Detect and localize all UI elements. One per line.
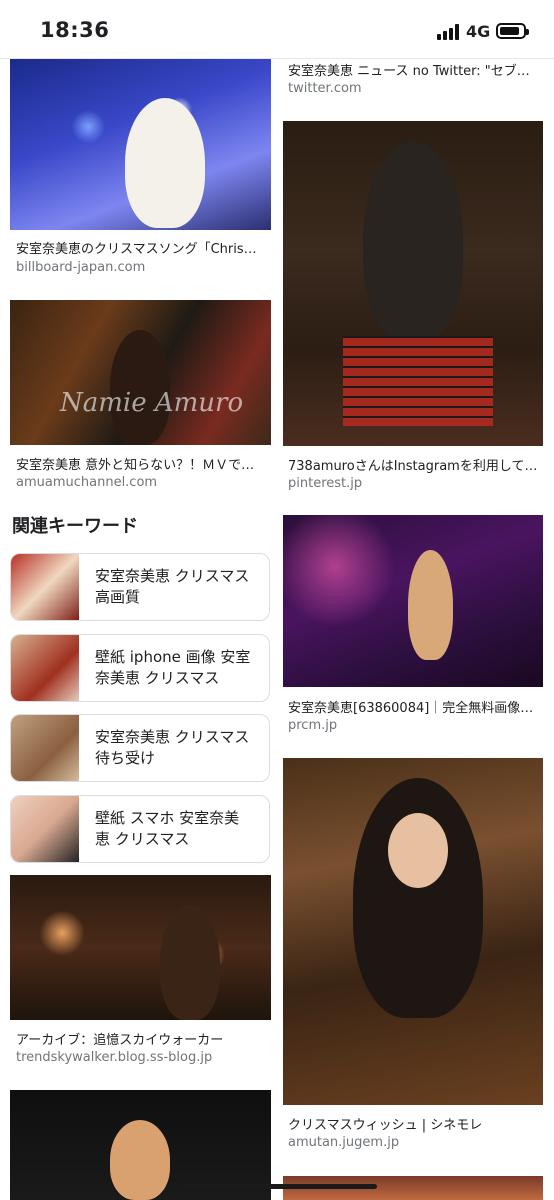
keyword-text: 安室奈美恵 クリスマス 待ち受け <box>95 727 265 769</box>
image-results: 安室奈美恵のクリスマスソング「Chris… billboard-japan.co… <box>0 0 554 1200</box>
keyword-line: 壁紙 スマホ 安室奈美 <box>95 809 240 827</box>
result-image[interactable] <box>283 121 543 446</box>
keyword-text: 壁紙 スマホ 安室奈美 恵 クリスマス <box>95 808 265 850</box>
result-card-billboard[interactable]: 安室奈美恵のクリスマスソング「Chris… billboard-japan.co… <box>10 58 271 288</box>
result-source: prcm.jp <box>288 718 338 733</box>
signal-icon <box>437 24 461 40</box>
result-source: amuamuchannel.com <box>16 475 158 490</box>
result-image[interactable] <box>10 875 271 1020</box>
keyword-text: 壁紙 iphone 画像 安室 奈美恵 クリスマス <box>95 647 265 689</box>
network-type: 4G <box>466 22 491 41</box>
result-caption: 安室奈美恵[63860084]｜完全無料画像… <box>288 701 534 716</box>
result-card-trendskywalker[interactable]: アーカイブ：追憶スカイウォーカー trendskywalker.blog.ss-… <box>10 875 271 1075</box>
result-source: twitter.com <box>288 81 362 96</box>
result-source: amutan.jugem.jp <box>288 1135 400 1150</box>
keyword-line: 安室奈美恵 クリスマス <box>95 728 250 746</box>
keyword-line: 恵 クリスマス <box>95 830 190 848</box>
keyword-line: 壁紙 iphone 画像 安室 <box>95 648 251 666</box>
related-keyword-chip[interactable]: 壁紙 スマホ 安室奈美 恵 クリスマス <box>10 795 270 863</box>
battery-icon <box>496 23 529 39</box>
related-keyword-chip[interactable]: 安室奈美恵 クリスマス 待ち受け <box>10 714 270 782</box>
watermark-text: Namie Amuro <box>60 388 244 418</box>
clock: 18:36 <box>40 18 110 42</box>
keyword-thumbnail <box>11 715 79 781</box>
related-keyword-chip[interactable]: 壁紙 iphone 画像 安室 奈美恵 クリスマス <box>10 634 270 702</box>
result-image[interactable]: Namie Amuro <box>10 300 271 445</box>
result-image[interactable] <box>10 58 271 230</box>
result-image[interactable] <box>283 515 543 687</box>
home-indicator[interactable] <box>177 1184 377 1189</box>
result-caption: 安室奈美恵 意外と知らない？！ＭＶで… <box>16 458 255 473</box>
singer-figure <box>363 141 463 341</box>
result-source: pinterest.jp <box>288 476 363 491</box>
singer-figure <box>408 550 453 660</box>
result-caption: 738amuroさんはInstagramを利用して… <box>288 459 538 474</box>
face <box>388 813 448 888</box>
keyword-line: 待ち受け <box>95 749 156 767</box>
performer-figure <box>125 98 205 228</box>
result-source: trendskywalker.blog.ss-blog.jp <box>16 1050 213 1065</box>
result-image[interactable] <box>283 758 543 1105</box>
keyword-text: 安室奈美恵 クリスマス 高画質 <box>95 566 265 608</box>
anime-figure <box>110 1120 170 1200</box>
singer-figure <box>160 905 220 1020</box>
result-card-amutan[interactable]: クリスマスウィッシュ | シネモレ amutan.jugem.jp <box>283 758 543 1158</box>
result-caption: アーカイブ：追憶スカイウォーカー <box>16 1033 224 1048</box>
result-card-twitter[interactable]: 安室奈美恵 ニュース no Twitter: "セブ… twitter.com <box>283 58 543 103</box>
result-card-pinterest[interactable]: 738amuroさんはInstagramを利用して… pinterest.jp <box>283 121 543 496</box>
plaid-skirt <box>343 336 493 426</box>
result-caption: クリスマスウィッシュ | シネモレ <box>288 1118 483 1133</box>
keyword-thumbnail <box>11 635 79 701</box>
keyword-line: 安室奈美恵 クリスマス <box>95 567 250 585</box>
result-caption: 安室奈美恵のクリスマスソング「Chris… <box>16 242 257 257</box>
result-card-amuamu[interactable]: Namie Amuro 安室奈美恵 意外と知らない？！ＭＶで… amuamuch… <box>10 300 271 495</box>
related-keyword-chip[interactable]: 安室奈美恵 クリスマス 高画質 <box>10 553 270 621</box>
result-card-prcm[interactable]: 安室奈美恵[63860084]｜完全無料画像… prcm.jp <box>283 515 543 737</box>
keyword-thumbnail <box>11 796 79 862</box>
status-bar: 18:36 4G <box>0 0 554 59</box>
keyword-line: 高画質 <box>95 588 141 606</box>
result-caption: 安室奈美恵 ニュース no Twitter: "セブ… <box>288 64 530 79</box>
keyword-thumbnail <box>11 554 79 620</box>
keyword-line: 奈美恵 クリスマス <box>95 669 220 687</box>
related-keywords-title: 関連キーワード <box>12 516 138 537</box>
result-source: billboard-japan.com <box>16 260 146 275</box>
